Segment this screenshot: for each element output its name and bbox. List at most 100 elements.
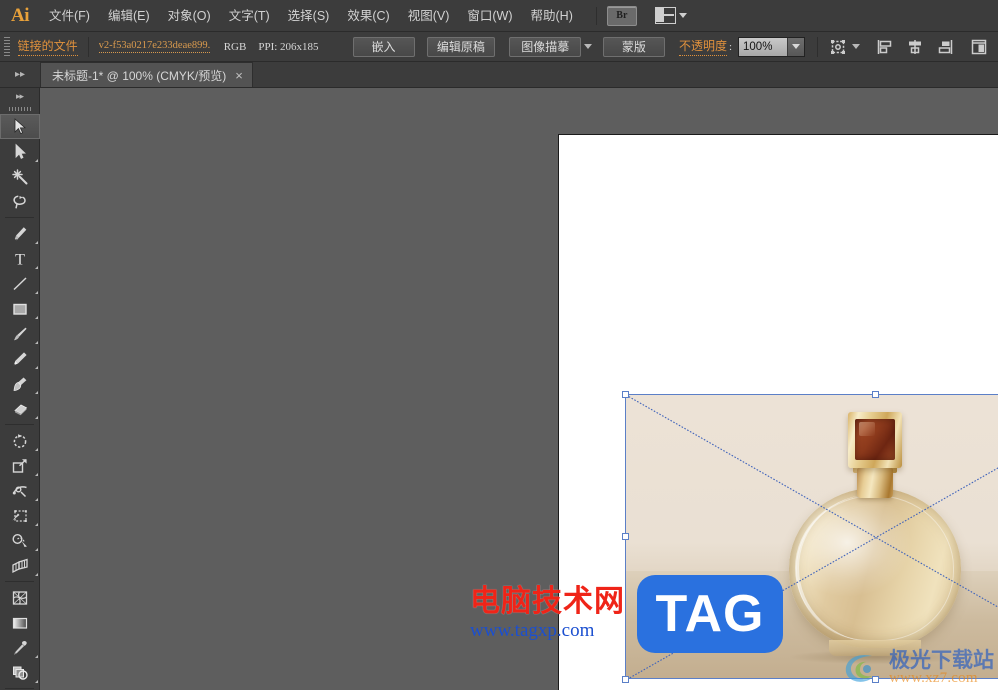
tool-flyout-indicator [35,655,38,658]
chevron-down-icon [851,44,860,49]
tool-flyout-indicator [35,159,38,162]
scale-tool[interactable] [0,453,40,478]
menu-help[interactable]: 帮助(H) [522,0,582,32]
arrange-documents-button[interactable] [654,7,687,24]
shape-builder-icon [12,533,27,547]
free-transform-icon [12,509,27,522]
transform-icon [830,39,845,54]
image-trace-dropdown[interactable] [581,35,595,59]
type-tool[interactable]: T [0,246,40,271]
menu-effect[interactable]: 效果(C) [338,0,398,32]
gradient-tool[interactable] [0,610,40,635]
placed-linked-image[interactable] [625,394,998,679]
align-center-button[interactable] [904,35,926,59]
blob-brush-icon [13,377,27,391]
tool-flyout-indicator [35,366,38,369]
magic-wand-tool[interactable] [0,164,40,189]
image-trace-button[interactable]: 图像描摹 [509,36,582,57]
distribute-button[interactable] [968,35,990,59]
tool-divider [5,217,34,218]
paintbrush-tool[interactable] [0,321,40,346]
control-divider-1 [87,36,89,57]
tool-divider [5,581,34,582]
opacity-dropdown-button[interactable] [787,37,805,56]
tool-flyout-indicator [35,680,38,683]
rotate-tool[interactable] [0,428,40,453]
line-segment-tool[interactable] [0,271,40,296]
document-tab[interactable]: 未标题-1* @ 100% (CMYK/预览) × [40,62,253,87]
chevron-down-icon [584,44,593,49]
linked-filename[interactable]: v2-f53a0217e233deae899.. [98,40,210,53]
mesh-tool[interactable] [0,585,40,610]
document-tab-bar: ▸▸ 未标题-1* @ 100% (CMYK/预览) × [0,62,998,88]
bridge-button[interactable]: Br [606,5,637,26]
align-right-button[interactable] [934,35,956,59]
free-transform-tool[interactable] [0,503,40,528]
tools-panel: ▸▸ T [0,88,40,690]
perspective-grid-tool[interactable] [0,553,40,578]
align-left-button[interactable] [874,35,896,59]
lasso-tool[interactable] [0,189,40,214]
mask-button[interactable]: 蒙版 [602,36,665,57]
color-mode-label: RGB [223,40,247,53]
close-icon[interactable]: × [235,69,243,82]
edit-original-button[interactable]: 编辑原稿 [426,36,496,57]
selection-tool[interactable] [0,114,40,139]
linked-file-label[interactable]: 链接的文件 [17,37,78,56]
control-divider-2 [817,36,818,57]
tool-flyout-indicator [35,266,38,269]
collapse-panel-button[interactable]: ▸▸ [0,61,40,87]
scale-icon [12,458,27,473]
tool-flyout-indicator [35,241,38,244]
direct-selection-tool[interactable] [0,139,40,164]
width-warp-icon [12,485,27,497]
shaper-tool[interactable] [0,371,40,396]
menu-object[interactable]: 对象(O) [159,0,220,32]
menu-view[interactable]: 视图(V) [399,0,459,32]
blend-tool[interactable] [0,660,40,685]
eraser-tool[interactable] [0,396,40,421]
chevron-down-icon [792,44,801,49]
transform-button[interactable] [827,35,862,59]
tool-flyout-indicator [35,291,38,294]
menu-type[interactable]: 文字(T) [220,0,279,32]
pencil-icon [13,351,27,365]
align-horizontal-center-icon [908,39,921,54]
pen-nib-icon [14,226,27,241]
perfume-bottle-body [789,488,961,648]
tools-panel-gripper[interactable] [0,104,39,114]
align-right-icon [938,39,953,54]
tool-divider [5,688,34,689]
embed-button[interactable]: 嵌入 [352,36,415,57]
pencil-tool[interactable] [0,346,40,371]
ppi-label: PPI: 206x185 [258,40,319,53]
type-t-icon: T [15,251,25,268]
tools-panel-expand-button[interactable]: ▸▸ [0,88,39,104]
tool-flyout-indicator [35,473,38,476]
width-tool[interactable] [0,478,40,503]
control-bar-gripper[interactable] [0,32,14,62]
tool-flyout-indicator [35,448,38,451]
canvas-area[interactable]: 电脑技术网 www.tagxp.com TAG 极光下载站 www.xz7.co… [40,88,998,690]
shape-builder-tool[interactable] [0,528,40,553]
menubar-divider [595,6,597,25]
rectangle-icon [13,303,27,315]
tool-divider [5,424,34,425]
grip-dots-icon [8,107,31,111]
paintbrush-icon [14,327,27,340]
perspective-grid-icon [12,558,28,573]
illustrator-window: Ai 文件(F) 编辑(E) 对象(O) 文字(T) 选择(S) 效果(C) 视… [0,0,998,690]
tool-flyout-indicator [35,548,38,551]
menu-window[interactable]: 窗口(W) [458,0,521,32]
opacity-label[interactable]: 不透明度 [678,37,727,56]
svg-text:T: T [15,251,25,268]
menu-file[interactable]: 文件(F) [40,0,99,32]
cap-highlight [859,422,875,436]
align-left-icon [877,39,892,54]
menu-edit[interactable]: 编辑(E) [99,0,159,32]
pen-tool[interactable] [0,221,40,246]
rectangle-tool[interactable] [0,296,40,321]
eyedropper-tool[interactable] [0,635,40,660]
menu-select[interactable]: 选择(S) [279,0,339,32]
opacity-input[interactable] [739,37,788,56]
